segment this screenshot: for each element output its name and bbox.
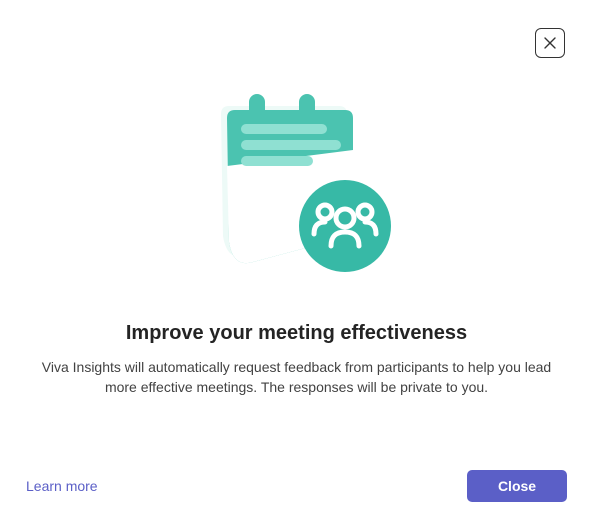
calendar-people-illustration-icon — [187, 76, 407, 276]
dialog-description: Viva Insights will automatically request… — [28, 357, 565, 398]
close-icon — [544, 37, 556, 49]
learn-more-link[interactable]: Learn more — [26, 478, 98, 494]
dialog-title: Improve your meeting effectiveness — [28, 322, 565, 345]
close-icon-button[interactable] — [535, 28, 565, 58]
close-button[interactable]: Close — [467, 470, 567, 502]
meeting-effectiveness-dialog: Improve your meeting effectiveness Viva … — [0, 0, 593, 528]
illustration-container — [0, 76, 593, 276]
dialog-text-block: Improve your meeting effectiveness Viva … — [0, 322, 593, 398]
dialog-footer: Learn more Close — [26, 470, 567, 502]
